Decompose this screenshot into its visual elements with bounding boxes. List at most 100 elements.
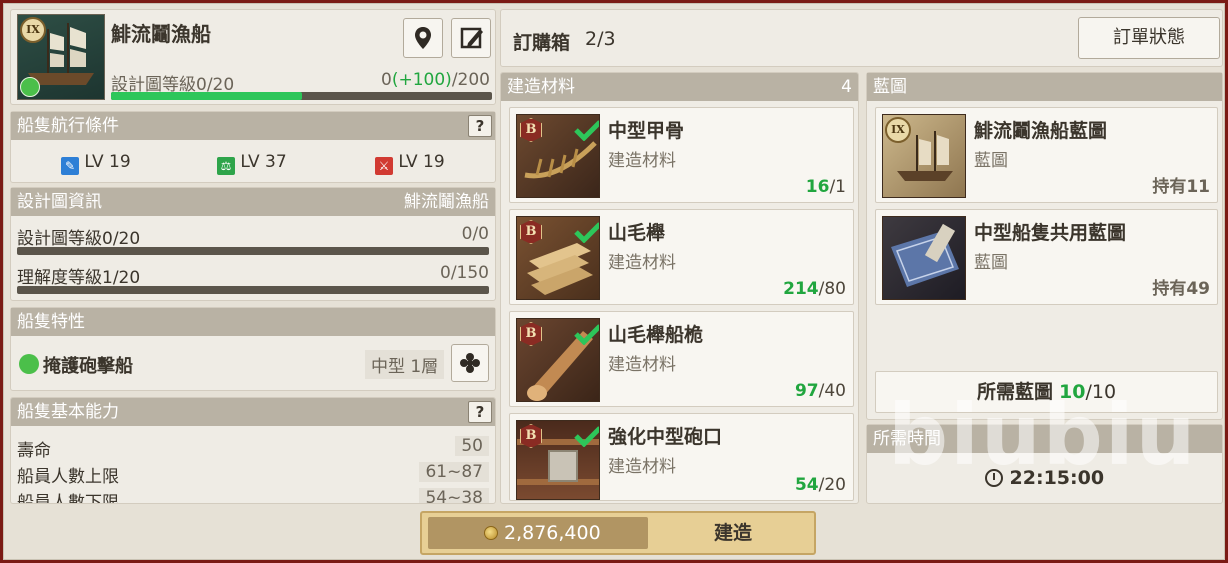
blueprint-thumbnail (882, 216, 966, 300)
trade-level: LV 37 (240, 152, 287, 172)
ship-rank-badge: IX (20, 17, 46, 43)
sailing-conditions-header: 船隻航行條件 ? (11, 112, 495, 140)
material-card[interactable]: B 山毛櫸船桅 建造材料 97/40 (509, 311, 854, 407)
stat-crew-min-value: 54~38 (419, 488, 489, 503)
blueprint-level-bar (17, 247, 489, 255)
battle-level: LV 19 (398, 152, 445, 172)
understanding-level-row-value: 0/150 (440, 263, 489, 283)
gold-cost-value: 2,876,400 (504, 522, 601, 544)
ship-abilities-panel: 船隻基本能力 ? 壽命 50 船員人數上限 61~87 船員人數下限 54~38 (10, 397, 496, 504)
material-thumbnail: B (516, 216, 600, 300)
material-name: 山毛櫸船桅 (608, 324, 704, 346)
trait-leaf-icon (20, 77, 40, 97)
required-blueprints: 所需藍圖 10/10 (875, 371, 1218, 413)
material-need: /80 (818, 279, 846, 299)
sailing-conditions-panel: 船隻航行條件 ? ✎ LV 19 ⚖ LV 37 ⚔ LV 19 (10, 111, 496, 183)
material-type: 建造材料 (608, 253, 676, 273)
order-box-count: 2/3 (585, 28, 616, 50)
material-count: 16/1 (806, 177, 846, 197)
trait-name: 掩護砲擊船 (43, 356, 133, 377)
sailing-help-button[interactable]: ? (468, 115, 492, 137)
order-status-button[interactable]: 訂單狀態 (1078, 17, 1220, 59)
material-card[interactable]: B 山毛櫸 建造材料 214/80 (509, 209, 854, 305)
ship-abilities-title: 船隻基本能力 (17, 402, 119, 422)
sailing-req-battle: ⚔ LV 19 (375, 152, 445, 175)
material-name: 中型甲骨 (608, 120, 685, 142)
material-have: 97 (794, 381, 819, 401)
adventure-icon: ✎ (61, 157, 79, 175)
stat-row: 船員人數下限 54~38 (17, 488, 489, 503)
required-blueprints-have: 10 (1059, 381, 1086, 403)
required-time-value: 22:15:00 (1009, 467, 1105, 489)
understanding-level-bar (17, 286, 489, 294)
material-card[interactable]: B 中型甲骨 建造材料 16/1 (509, 107, 854, 203)
stat-lifespan-label: 壽命 (17, 441, 51, 461)
material-count: 54/20 (795, 475, 846, 495)
order-box-panel: 訂購箱 2/3 訂單狀態 (500, 9, 1223, 67)
blueprint-info-ship-name: 鯡流鬮漁船 (404, 192, 489, 212)
abilities-help-button[interactable]: ? (468, 401, 492, 423)
required-time-value-row: 22:15:00 (867, 467, 1222, 489)
ship-header-panel: IX 鯡流鬮漁船 設計圖等級0/20 0(+100)/200 (10, 9, 496, 105)
trade-icon: ⚖ (217, 157, 235, 175)
trait-leaf-icon (19, 354, 39, 374)
blueprint-card[interactable]: IX 鯡流鬮漁船藍圖 藍圖 持有11 (875, 107, 1218, 203)
required-blueprints-need: /10 (1085, 381, 1117, 403)
blueprint-owned: 持有49 (1152, 279, 1210, 299)
construction-window: IX 鯡流鬮漁船 設計圖等級0/20 0(+100)/200 船隻航行條件 ? … (3, 3, 1225, 560)
material-card[interactable]: B 強化中型砲口 建造材料 54/20 (509, 413, 854, 501)
material-need: /40 (818, 381, 846, 401)
ship-exp-bar (111, 92, 492, 100)
materials-header: 建造材料 4 (501, 73, 858, 101)
blueprint-type: 藍圖 (974, 253, 1008, 273)
adventure-level: LV 19 (84, 152, 131, 172)
gold-cost: 2,876,400 (428, 517, 648, 549)
material-name: 強化中型砲口 (608, 426, 723, 448)
material-need: /1 (829, 177, 846, 197)
material-type: 建造材料 (608, 151, 676, 171)
blueprint-owned: 持有11 (1152, 177, 1210, 197)
exp-base: 0 (381, 70, 392, 90)
blueprint-level-row-value: 0/0 (461, 224, 489, 244)
check-icon (574, 324, 599, 345)
trait-detail-button[interactable] (451, 344, 489, 382)
exp-bonus: (+100) (391, 70, 452, 90)
edit-document-icon (460, 27, 483, 49)
blueprint-card[interactable]: 中型船隻共用藍圖 藍圖 持有49 (875, 209, 1218, 305)
material-thumbnail: B (516, 420, 600, 500)
blueprint-info-panel: 設計圖資訊 鯡流鬮漁船 設計圖等級0/20 0/0 理解度等級1/20 0/15… (10, 187, 496, 301)
ship-exp-fill (111, 92, 302, 100)
check-icon (574, 222, 599, 243)
required-blueprints-label: 所需藍圖 (976, 381, 1053, 403)
materials-title: 建造材料 (507, 77, 575, 97)
required-time-title: 所需時間 (873, 429, 941, 449)
required-time-panel: 所需時間 22:15:00 (866, 424, 1223, 504)
edit-button[interactable] (451, 18, 491, 58)
understanding-level-row: 理解度等級1/20 0/150 (17, 263, 489, 294)
materials-panel: 建造材料 4 B 中型甲骨 建造材料 16/1 B 山毛櫸 建造材料 214/8… (500, 72, 859, 504)
material-have: 54 (794, 475, 819, 495)
exp-max: /200 (451, 70, 490, 90)
build-button[interactable]: 建造 (652, 513, 814, 553)
material-thumbnail: B (516, 318, 600, 402)
sailing-conditions-title: 船隻航行條件 (17, 116, 119, 136)
check-icon (574, 426, 599, 447)
blueprint-info-header: 設計圖資訊 鯡流鬮漁船 (11, 188, 495, 216)
location-button[interactable] (403, 18, 443, 58)
shared-blueprint-icon (891, 223, 959, 287)
stat-crew-max-value: 61~87 (419, 462, 489, 482)
stat-row: 船員人數上限 61~87 (17, 462, 489, 488)
understanding-level-row-label: 理解度等級1/20 (17, 268, 141, 288)
blueprint-rank-badge: IX (885, 117, 911, 143)
blueprint-info-title: 設計圖資訊 (17, 192, 102, 212)
material-type: 建造材料 (608, 457, 676, 477)
map-pin-icon (415, 27, 431, 49)
required-time-header: 所需時間 (867, 425, 1222, 453)
stat-crew-max-label: 船員人數上限 (17, 467, 119, 487)
gold-coin-icon (484, 526, 498, 540)
ship-thumbnail: IX (17, 14, 105, 100)
blueprint-type: 藍圖 (974, 151, 1008, 171)
hex-cluster-icon (460, 353, 480, 373)
blueprint-thumbnail: IX (882, 114, 966, 198)
blueprint-name: 中型船隻共用藍圖 (974, 222, 1127, 244)
